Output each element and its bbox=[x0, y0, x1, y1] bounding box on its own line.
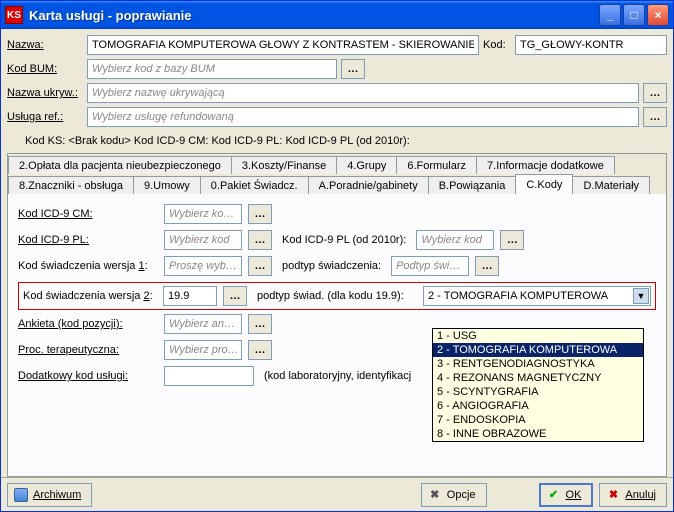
tools-icon bbox=[428, 488, 442, 502]
dropdown-option[interactable]: 7 - ENDOSKOPIA bbox=[433, 413, 643, 427]
close-button[interactable]: × bbox=[647, 4, 669, 26]
service-card-window: KS Karta usługi - poprawianie _ □ × Nazw… bbox=[0, 0, 674, 512]
usluga-ref-lookup-button[interactable]: … bbox=[643, 107, 667, 127]
dropdown-option[interactable]: 4 - REZONANS MAGNETYCZNY bbox=[433, 371, 643, 385]
kodsw2-lookup-button[interactable]: … bbox=[223, 286, 247, 306]
opcje-button[interactable]: Opcje bbox=[421, 483, 487, 507]
archiwum-button[interactable]: Archiwum bbox=[7, 483, 92, 507]
proc-lookup-button[interactable]: … bbox=[248, 340, 272, 360]
icd9cm-lookup-button[interactable]: … bbox=[248, 204, 272, 224]
kod-bum-input[interactable] bbox=[87, 59, 337, 79]
tab[interactable]: A.Poradnie/gabinety bbox=[308, 176, 429, 194]
icd9pl-input[interactable] bbox=[164, 230, 242, 250]
check-icon bbox=[547, 488, 561, 502]
kodsw1-label: Kod świadczenia wersja 1: bbox=[18, 260, 158, 272]
minimize-button[interactable]: _ bbox=[599, 4, 621, 26]
ok-button[interactable]: OK bbox=[539, 483, 594, 507]
kodsw1-input[interactable] bbox=[164, 256, 242, 276]
icd9pl-label: Kod ICD-9 PL: bbox=[18, 234, 158, 246]
nazwa-input[interactable] bbox=[87, 35, 479, 55]
dropdown-option[interactable]: 1 - USG bbox=[433, 329, 643, 343]
kod-summary-row: Kod KS: <Brak kodu> Kod ICD-9 CM: Kod IC… bbox=[7, 131, 667, 153]
icd9pl2010-input[interactable] bbox=[416, 230, 494, 250]
chevron-down-icon[interactable]: ▼ bbox=[633, 288, 649, 304]
app-icon: KS bbox=[5, 6, 23, 24]
icd9cm-input[interactable] bbox=[164, 204, 242, 224]
icd9cm-label: Kod ICD-9 CM: bbox=[18, 208, 158, 220]
usluga-ref-input[interactable] bbox=[87, 107, 639, 127]
tab[interactable]: B.Powiązania bbox=[428, 176, 517, 194]
tab[interactable]: 2.Opłata dla pacjenta nieubezpieczonego bbox=[8, 156, 232, 174]
archive-icon bbox=[14, 488, 28, 502]
ankieta-input[interactable] bbox=[164, 314, 242, 334]
podtyp2-combo[interactable]: 2 - TOMOGRAFIA KOMPUTEROWA ▼ bbox=[423, 286, 651, 306]
kodsw1-lookup-button[interactable]: … bbox=[248, 256, 272, 276]
dropdown-option[interactable]: 5 - SCYNTYGRAFIA bbox=[433, 385, 643, 399]
icd9pl2010-lookup-button[interactable]: … bbox=[500, 230, 524, 250]
podtyp1-label: podtyp świadczenia: bbox=[282, 260, 381, 272]
podtyp2-label: podtyp świad. (dla kodu 19.9): bbox=[257, 290, 413, 302]
dropdown-option[interactable]: 3 - RENTGENODIAGNOSTYKA bbox=[433, 357, 643, 371]
icd9pl-lookup-button[interactable]: … bbox=[248, 230, 272, 250]
nazwa-ukryw-lookup-button[interactable]: … bbox=[643, 83, 667, 103]
dropdown-option[interactable]: 8 - INNE OBRAZOWE bbox=[433, 427, 643, 441]
tab[interactable]: 3.Koszty/Finanse bbox=[231, 156, 337, 174]
tab[interactable]: C.Kody bbox=[515, 174, 573, 194]
tab[interactable]: D.Materiały bbox=[572, 176, 650, 194]
dropdown-option[interactable]: 2 - TOMOGRAFIA KOMPUTEROWA bbox=[433, 343, 643, 357]
dodatkowy-input[interactable] bbox=[164, 366, 254, 386]
cancel-icon bbox=[606, 488, 620, 502]
podtyp1-lookup-button[interactable]: … bbox=[475, 256, 499, 276]
tab[interactable]: 4.Grupy bbox=[336, 156, 397, 174]
titlebar: KS Karta usługi - poprawianie _ □ × bbox=[1, 1, 673, 29]
usluga-ref-label: Usługa ref.: bbox=[7, 111, 83, 123]
nazwa-ukryw-label: Nazwa ukryw.: bbox=[7, 87, 83, 99]
tab[interactable]: 0.Pakiet Świadcz. bbox=[200, 176, 309, 194]
proc-label: Proc. terapeutyczna: bbox=[18, 344, 158, 356]
tab[interactable]: 6.Formularz bbox=[396, 156, 477, 174]
podtyp1-input[interactable] bbox=[391, 256, 469, 276]
dodatkowy-label: Dodatkowy kod usługi: bbox=[18, 370, 158, 382]
tab[interactable]: 9.Umowy bbox=[133, 176, 201, 194]
nazwa-label: Nazwa: bbox=[7, 39, 83, 51]
tab-pane-kody: Kod ICD-9 CM: … Kod ICD-9 PL: … Kod ICD-… bbox=[8, 194, 666, 476]
kodsw2-input[interactable] bbox=[163, 286, 217, 306]
nazwa-ukryw-input[interactable] bbox=[87, 83, 639, 103]
tab[interactable]: 8.Znaczniki - obsługa bbox=[8, 176, 134, 194]
dropdown-option[interactable]: 6 - ANGIOGRAFIA bbox=[433, 399, 643, 413]
ankieta-lookup-button[interactable]: … bbox=[248, 314, 272, 334]
kod-bum-label: Kod BUM: bbox=[7, 63, 83, 75]
proc-input[interactable] bbox=[164, 340, 242, 360]
kod-label: Kod: bbox=[483, 39, 511, 51]
bottom-bar: Archiwum Opcje OK Anuluj bbox=[1, 477, 673, 511]
dodatkowy-note: (kod laboratoryjny, identyfikacj bbox=[264, 370, 411, 382]
tab[interactable]: 7.Informacje dodatkowe bbox=[476, 156, 615, 174]
ankieta-label: Ankieta (kod pozycji): bbox=[18, 318, 158, 330]
tabstrip: 2.Opłata dla pacjenta nieubezpieczonego3… bbox=[8, 154, 666, 194]
kod-bum-lookup-button[interactable]: … bbox=[341, 59, 365, 79]
maximize-button[interactable]: □ bbox=[623, 4, 645, 26]
anuluj-button[interactable]: Anuluj bbox=[599, 483, 667, 507]
window-title: Karta usługi - poprawianie bbox=[29, 8, 599, 23]
podtyp2-combo-value: 2 - TOMOGRAFIA KOMPUTEROWA bbox=[428, 290, 608, 302]
kod-input[interactable] bbox=[515, 35, 667, 55]
kodsw2-row-highlight: Kod świadczenia wersja 2: … podtyp świad… bbox=[18, 282, 656, 310]
podtyp2-dropdown[interactable]: 1 - USG2 - TOMOGRAFIA KOMPUTEROWA3 - REN… bbox=[432, 328, 644, 442]
tabs-container: 2.Opłata dla pacjenta nieubezpieczonego3… bbox=[7, 153, 667, 477]
icd9pl2010-label: Kod ICD-9 PL (od 2010r): bbox=[282, 234, 406, 246]
kodsw2-label: Kod świadczenia wersja 2: bbox=[23, 290, 157, 302]
